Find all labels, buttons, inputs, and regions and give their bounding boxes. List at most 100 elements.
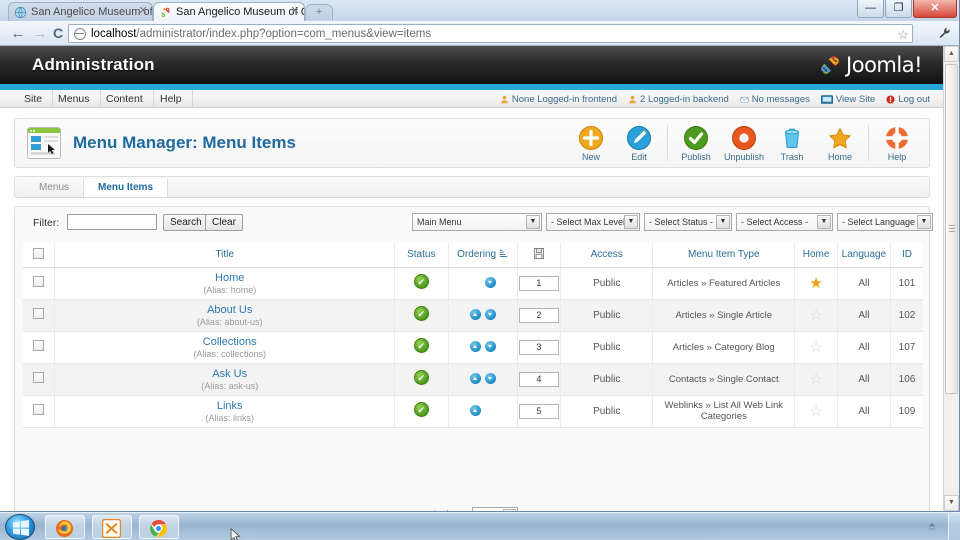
row-home-cell[interactable]: ★ xyxy=(794,267,838,300)
row-checkbox[interactable] xyxy=(33,404,45,415)
order-input[interactable] xyxy=(518,339,559,355)
row-home-cell[interactable]: ☆ xyxy=(794,363,838,396)
col-status[interactable]: Status xyxy=(394,243,449,268)
row-checkbox[interactable] xyxy=(33,308,45,319)
scrollbar-thumb[interactable] xyxy=(945,64,958,394)
minimize-button[interactable]: — xyxy=(857,0,884,18)
row-status-cell[interactable] xyxy=(394,331,449,364)
col-home[interactable]: Home xyxy=(794,243,838,268)
order-input[interactable] xyxy=(518,307,559,323)
browser-tab-2[interactable]: San Angelico Museum of C ✕ xyxy=(153,2,305,21)
reload-button[interactable]: C xyxy=(48,24,68,43)
show-desktop-button[interactable] xyxy=(948,513,960,540)
page-scrollbar[interactable]: ▲ ▼ xyxy=(943,46,959,511)
row-status-cell[interactable] xyxy=(394,363,449,396)
row-title-link[interactable]: About Us xyxy=(207,304,252,316)
move-down-icon[interactable] xyxy=(484,341,496,353)
published-icon[interactable] xyxy=(413,402,429,417)
row-home-cell[interactable]: ☆ xyxy=(794,331,838,364)
toolbar-edit-button[interactable]: Edit xyxy=(615,123,663,162)
move-down-icon[interactable] xyxy=(484,309,496,321)
move-up-icon[interactable] xyxy=(469,405,481,417)
toolbar-unpublish-button[interactable]: Unpublish xyxy=(720,123,768,162)
start-button[interactable] xyxy=(5,514,35,540)
row-title-link[interactable]: Links xyxy=(217,400,243,412)
row-checkbox[interactable] xyxy=(33,372,45,383)
published-icon[interactable] xyxy=(413,370,429,385)
tab-menu-items[interactable]: Menu Items xyxy=(83,179,169,197)
menu-help[interactable]: Help xyxy=(150,90,193,108)
status-log-out[interactable]: Log out xyxy=(886,94,930,105)
select-all-checkbox[interactable] xyxy=(33,247,45,259)
move-up-icon[interactable] xyxy=(469,373,481,385)
col-save-order[interactable] xyxy=(517,243,562,268)
row-home-cell[interactable]: ☆ xyxy=(794,299,838,332)
home-star-icon[interactable]: ☆ xyxy=(809,403,822,420)
wrench-icon[interactable] xyxy=(938,26,951,40)
close-icon[interactable]: ✕ xyxy=(290,6,300,17)
toolbar-new-button[interactable]: New xyxy=(567,123,615,162)
published-icon[interactable] xyxy=(413,306,429,321)
bookmark-star-icon[interactable]: ☆ xyxy=(897,27,909,43)
row-checkbox-cell[interactable] xyxy=(23,363,56,396)
row-home-cell[interactable]: ☆ xyxy=(794,395,838,428)
order-input[interactable] xyxy=(518,371,559,387)
toolbar-publish-button[interactable]: Publish xyxy=(672,123,720,162)
taskbar-item-xampp[interactable] xyxy=(92,515,132,539)
search-button[interactable]: Search xyxy=(163,214,209,231)
display-count-select[interactable]: 20 ▼ xyxy=(471,507,518,511)
toolbar-home-button[interactable]: Home xyxy=(816,123,864,162)
move-down-icon[interactable] xyxy=(484,373,496,385)
toolbar-trash-button[interactable]: Trash xyxy=(768,123,816,162)
row-title-link[interactable]: Ask Us xyxy=(212,368,247,380)
max-levels-select[interactable]: - Select Max Levels - ▼ xyxy=(546,213,640,231)
menu-select[interactable]: Main Menu ▼ xyxy=(412,213,542,231)
row-title-link[interactable]: Collections xyxy=(203,336,257,348)
close-icon[interactable]: ✕ xyxy=(138,6,148,17)
back-button[interactable]: ← xyxy=(8,24,28,43)
scroll-up-arrow[interactable]: ▲ xyxy=(944,46,959,62)
row-title-link[interactable]: Home xyxy=(215,272,244,284)
clear-button[interactable]: Clear xyxy=(205,214,243,231)
toolbar-help-button[interactable]: Help xyxy=(873,123,921,162)
access-select[interactable]: - Select Access - ▼ xyxy=(736,213,833,231)
col-menu-item-type[interactable]: Menu Item Type xyxy=(652,243,796,268)
col-select-all[interactable] xyxy=(23,243,56,268)
order-input[interactable] xyxy=(518,403,559,419)
col-language[interactable]: Language xyxy=(837,243,892,268)
new-tab-button[interactable]: + xyxy=(305,4,333,20)
col-title[interactable]: Title xyxy=(54,243,396,268)
move-down-icon[interactable] xyxy=(484,277,496,289)
taskbar-item-firefox[interactable] xyxy=(45,515,85,539)
menu-menus[interactable]: Menus xyxy=(48,90,101,108)
col-id[interactable]: ID xyxy=(890,243,923,268)
window-close-button[interactable]: ✕ xyxy=(913,0,957,18)
tray-show-hidden-icon[interactable] xyxy=(926,521,938,532)
status-view-site[interactable]: View Site xyxy=(820,94,875,105)
published-icon[interactable] xyxy=(413,338,429,353)
home-star-icon[interactable]: ☆ xyxy=(809,371,822,388)
taskbar-item-chrome[interactable] xyxy=(139,515,179,539)
row-status-cell[interactable] xyxy=(394,395,449,428)
row-checkbox-cell[interactable] xyxy=(23,299,56,332)
move-up-icon[interactable] xyxy=(469,309,481,321)
home-star-icon[interactable]: ★ xyxy=(809,275,822,292)
row-status-cell[interactable] xyxy=(394,267,449,300)
maximize-button[interactable]: ❐ xyxy=(885,0,912,18)
home-star-icon[interactable]: ☆ xyxy=(809,339,822,356)
col-ordering[interactable]: Ordering xyxy=(448,243,518,268)
language-select[interactable]: - Select Language - ▼ xyxy=(837,213,933,231)
search-input[interactable] xyxy=(67,214,157,230)
address-bar[interactable]: localhost/administrator/index.php?option… xyxy=(68,24,913,43)
forward-button[interactable]: → xyxy=(30,24,50,43)
status-logged-in-backend[interactable]: 2 Logged-in backend xyxy=(628,94,729,105)
published-icon[interactable] xyxy=(413,274,429,289)
status-select[interactable]: - Select Status - ▼ xyxy=(644,213,732,231)
status-no-messages[interactable]: No messages xyxy=(740,94,810,105)
row-checkbox-cell[interactable] xyxy=(23,331,56,364)
order-input[interactable] xyxy=(518,275,559,291)
tab-menus[interactable]: Menus xyxy=(25,179,83,197)
col-access[interactable]: Access xyxy=(560,243,654,268)
scroll-down-arrow[interactable]: ▼ xyxy=(944,495,959,511)
menu-content[interactable]: Content xyxy=(96,90,154,108)
